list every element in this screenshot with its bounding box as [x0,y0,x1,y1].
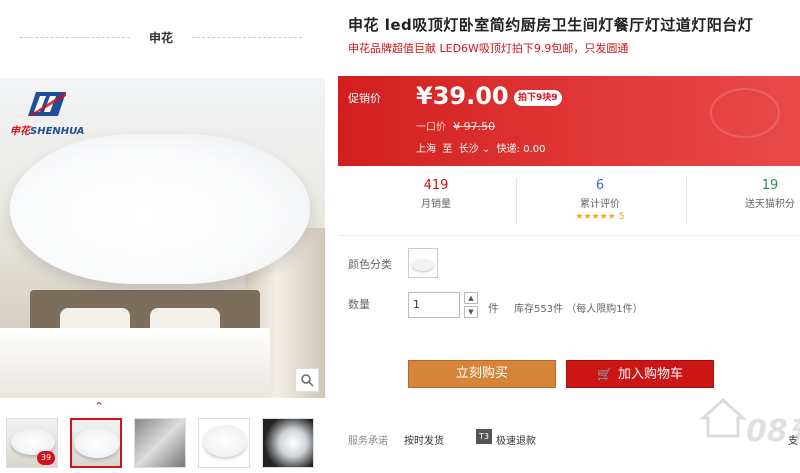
thumbnail-1[interactable]: 39 [6,418,58,468]
stock-info: 库存553件 （每人限购1件） [514,304,643,315]
service-fast-refund[interactable]: 极速退款 [496,432,536,447]
shipping-info: 上海 至 长沙 ⌄ 快递: 0.00 [416,144,546,155]
monthly-sales: 419 月销量 [421,178,451,210]
thumbnail-5[interactable] [262,418,314,468]
house-watermark-icon [699,397,747,438]
product-subtitle: 申花品牌超值巨献 LED6W吸顶灯拍下9.9包邮，只发圆通 [348,42,629,55]
stats-bar: 419 月销量 6 累计评价 ★★★★★ 5 19 送天猫积分 [338,170,800,232]
main-product-image[interactable]: 申花SHENHUA [0,78,325,398]
quantity-unit: 件 [488,302,499,315]
thumbnail-strip: 39 [6,418,326,468]
shenhua-logo-mark [28,92,66,116]
zoom-icon[interactable] [295,368,319,392]
ceiling-lamp [10,134,310,284]
promo-price: ¥39.00 [416,82,509,110]
product-info: 申花 led吸顶灯卧室简约厨房卫生间灯餐厅灯过道灯阳台灯 申花品牌超值巨献 LE… [338,0,800,473]
color-option-swatch[interactable] [408,248,438,278]
brand-logo: 申花SHENHUA [10,86,90,137]
price-badge: 39 [37,451,55,465]
buy-now-button[interactable]: 立刻购买 [408,360,556,388]
rating-stars: ★★★★★ 5 [575,212,625,222]
original-price: 一口价 ¥ 97.50 [416,120,496,133]
thumbnail-3[interactable] [134,418,186,468]
watermark: 08软 [698,390,800,470]
promo-tag: 拍下9块9 [514,90,562,106]
product-page: 申花 申花SHENHUA ⌃ 39 申花 led吸顶灯卧室简约厨房卫生间灯餐厅灯… [0,0,800,473]
service-label: 服务承诺 [348,436,388,447]
product-title: 申花 led吸顶灯卧室简约厨房卫生间灯餐厅灯过道灯阳台灯 [348,16,754,34]
quantity-label: 数量 [348,298,370,311]
quantity-input[interactable]: 1 [408,292,460,318]
service-payment[interactable]: 支 [788,432,798,447]
chevron-up-icon[interactable]: ⌃ [93,401,105,414]
tmall-points: 19 送天猫积分 [745,178,795,210]
service-on-time[interactable]: 按时发货 [404,432,444,447]
chevron-down-icon: ⌄ [481,144,491,155]
add-to-cart-button[interactable]: 🛒 加入购物车 [566,360,714,388]
store-header: 申花 [20,22,302,52]
price-panel: 促销价 ¥39.00 拍下9块9 一口价 ¥ 97.50 上海 至 长沙 ⌄ 快… [338,76,800,166]
increment-icon[interactable]: ▲ [464,292,478,304]
color-label: 颜色分类 [348,258,392,271]
decrement-icon[interactable]: ▼ [464,306,478,318]
thumbnail-4[interactable] [198,418,250,468]
city-select[interactable]: 长沙 ⌄ [459,144,491,155]
gallery: 申花 申花SHENHUA ⌃ 39 [0,0,330,473]
promo-price-label: 促销价 [348,92,381,105]
cart-icon: 🛒 [597,367,612,381]
thumbnail-2[interactable] [70,418,122,468]
t3-icon: T3 [476,429,492,444]
reviews[interactable]: 6 累计评价 ★★★★★ 5 [540,170,660,228]
